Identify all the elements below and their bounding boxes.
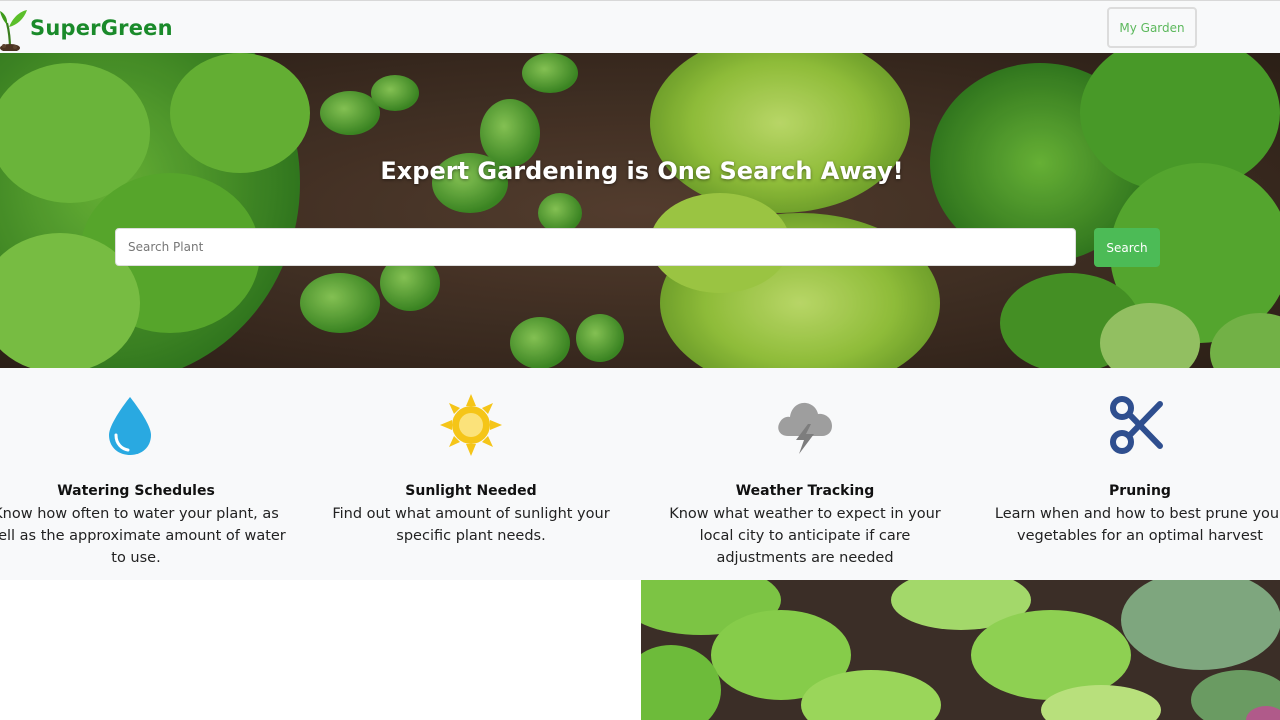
features-section: Watering Schedules Know how often to wat… xyxy=(0,368,1280,580)
brand-name: SuperGreen xyxy=(30,16,173,40)
feature-title: Sunlight Needed xyxy=(405,483,537,499)
navbar: SuperGreen My Garden xyxy=(0,0,1280,53)
my-garden-button[interactable]: My Garden xyxy=(1107,7,1197,48)
feature-description: Learn when and how to best prune your ve… xyxy=(994,506,1280,544)
hero-banner: Expert Gardening is One Search Away! Sea… xyxy=(0,53,1280,368)
brand-link[interactable]: SuperGreen xyxy=(0,5,173,51)
feature-description: Find out what amount of sunlight your sp… xyxy=(332,506,610,544)
feature-title: Watering Schedules xyxy=(57,483,215,499)
storm-cloud-icon xyxy=(778,402,832,454)
garden-background-image xyxy=(0,53,1280,368)
search-button[interactable]: Search xyxy=(1094,228,1160,267)
feature-description: Know how often to water your plant, as w… xyxy=(0,506,286,566)
feature-description: Know what weather to expect in your loca… xyxy=(669,506,941,566)
lettuce-garden-image xyxy=(641,580,1280,720)
scissors-icon xyxy=(1110,396,1163,454)
search-plant-input[interactable] xyxy=(115,228,1076,266)
bottom-content-area xyxy=(0,580,641,720)
feature-title: Pruning xyxy=(1109,483,1171,499)
seedling-logo-icon xyxy=(0,10,27,51)
hero-title: Expert Gardening is One Search Away! xyxy=(380,157,904,185)
sun-icon xyxy=(440,394,502,456)
feature-title: Weather Tracking xyxy=(735,483,875,499)
water-drop-icon xyxy=(109,397,151,455)
lettuce-garden-picture xyxy=(641,580,1280,720)
